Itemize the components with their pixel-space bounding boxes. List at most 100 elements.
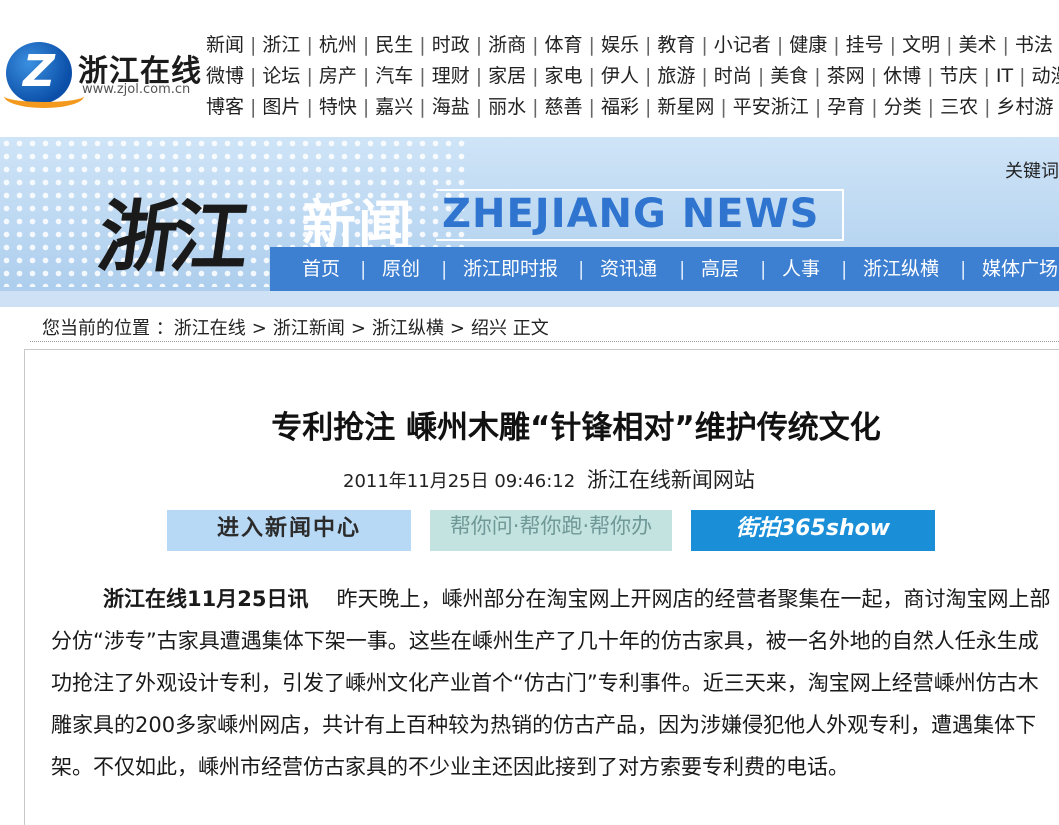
- link-separator: |: [984, 96, 990, 118]
- top-link[interactable]: 美术: [958, 34, 996, 56]
- link-separator: |: [250, 34, 256, 56]
- link-separator: |: [363, 34, 369, 56]
- top-link[interactable]: 杭州: [319, 34, 357, 56]
- top-link[interactable]: 图片: [262, 96, 300, 118]
- banner-foot: [0, 291, 1059, 307]
- nav-item[interactable]: 浙江即时报: [463, 247, 558, 291]
- top-links: 新闻 | 浙江 | 杭州 | 民生 | 时政 | 浙商 | 体育 | 娱乐 | 教育 | 小记者 | 健康 | 挂号 | 文明 |…: [206, 30, 1059, 123]
- link-separator: |: [645, 96, 651, 118]
- link-separator: |: [250, 65, 256, 87]
- top-link[interactable]: 新闻: [206, 34, 244, 56]
- article-body-text: 昨天晚上，嵊州部分在淘宝网上开网店的经营者聚集在一起，商讨淘宝网上部分仿“涉专”…: [51, 587, 1050, 779]
- link-separator: |: [532, 65, 538, 87]
- top-link[interactable]: 博客: [206, 96, 244, 118]
- nav-item[interactable]: 首页: [302, 247, 340, 291]
- breadcrumb-item-zongheng[interactable]: 浙江纵横: [372, 318, 444, 339]
- banner-en-title: ZHEJIANG NEWS: [442, 191, 820, 237]
- link-separator: |: [363, 65, 369, 87]
- link-separator: |: [645, 34, 651, 56]
- keyword-label: 关键词: [1005, 157, 1059, 183]
- nav-separator: |: [360, 247, 366, 291]
- breadcrumb-item-zjol[interactable]: 浙江在线: [174, 318, 246, 339]
- link-separator: |: [476, 96, 482, 118]
- top-link[interactable]: 特快: [319, 96, 357, 118]
- top-link[interactable]: 茶网: [827, 65, 865, 87]
- link-separator: |: [645, 65, 651, 87]
- nav-item[interactable]: 人事: [782, 247, 820, 291]
- top-link[interactable]: 旅游: [657, 65, 695, 87]
- top-link[interactable]: 汽车: [375, 65, 413, 87]
- top-link[interactable]: 慈善: [545, 96, 583, 118]
- top-link[interactable]: 平安浙江: [733, 96, 809, 118]
- help-service-button[interactable]: 帮你问·帮你跑·帮你办: [430, 510, 672, 551]
- breadcrumb-sep: >: [252, 318, 267, 339]
- top-link[interactable]: 分类: [884, 96, 922, 118]
- top-link[interactable]: 文明: [902, 34, 940, 56]
- top-link[interactable]: 美食: [770, 65, 808, 87]
- top-link[interactable]: 节庆: [939, 65, 977, 87]
- breadcrumb-item-news[interactable]: 浙江新闻: [273, 318, 345, 339]
- top-link[interactable]: 福彩: [601, 96, 639, 118]
- link-separator: |: [306, 65, 312, 87]
- link-separator: |: [589, 34, 595, 56]
- top-link[interactable]: 新星网: [657, 96, 714, 118]
- link-separator: |: [871, 65, 877, 87]
- top-link[interactable]: 伊人: [601, 65, 639, 87]
- top-link[interactable]: 时尚: [714, 65, 752, 87]
- top-link[interactable]: 海盐: [432, 96, 470, 118]
- top-link[interactable]: 嘉兴: [375, 96, 413, 118]
- top-link[interactable]: 娱乐: [601, 34, 639, 56]
- link-separator: |: [758, 65, 764, 87]
- article-panel: 专利抢注 嵊州木雕“针锋相对”维护传统文化 2011年11月25日 09:46:…: [24, 349, 1059, 825]
- top-link[interactable]: 丽水: [488, 96, 526, 118]
- top-link[interactable]: 家居: [488, 65, 526, 87]
- link-separator: |: [927, 65, 933, 87]
- link-separator: |: [720, 96, 726, 118]
- top-link[interactable]: 时政: [432, 34, 470, 56]
- nav-item[interactable]: 资讯通: [600, 247, 657, 291]
- link-separator: |: [1003, 34, 1009, 56]
- top-link[interactable]: 浙商: [488, 34, 526, 56]
- link-separator: |: [777, 34, 783, 56]
- top-link[interactable]: 浙江: [262, 34, 300, 56]
- top-link[interactable]: IT: [996, 65, 1013, 87]
- top-links-row-2: 微博|论坛|房产|汽车|理财|家居|家电|伊人|旅游|时尚|美食|茶网|休博|节…: [206, 61, 1059, 92]
- site-logo[interactable]: Z 浙江在线 www.zjol.com.cn: [4, 40, 204, 110]
- breadcrumb-label: 您当前的位置 ：: [42, 318, 174, 339]
- link-separator: |: [833, 34, 839, 56]
- nav-item[interactable]: 浙江纵横: [863, 247, 939, 291]
- top-link[interactable]: 孕育: [827, 96, 865, 118]
- top-link[interactable]: 教育: [657, 34, 695, 56]
- top-link[interactable]: 书法: [1015, 34, 1053, 56]
- top-link[interactable]: 家电: [545, 65, 583, 87]
- top-link[interactable]: 民生: [375, 34, 413, 56]
- main-nav: 首页|原创|浙江即时报|资讯通|高层|人事|浙江纵横|媒体广场: [270, 247, 1059, 291]
- nav-separator: |: [760, 247, 766, 291]
- nav-item[interactable]: 媒体广场: [982, 247, 1058, 291]
- logo-swoosh-icon: [4, 84, 84, 108]
- nav-item[interactable]: 高层: [701, 247, 739, 291]
- street-snap-button[interactable]: 街拍365show: [691, 510, 935, 551]
- link-separator: |: [532, 96, 538, 118]
- news-center-button[interactable]: 进入新闻中心: [167, 510, 411, 551]
- link-separator: |: [701, 65, 707, 87]
- top-link[interactable]: 挂号: [846, 34, 884, 56]
- top-link[interactable]: 乡村游: [996, 96, 1053, 118]
- top-link[interactable]: 三农: [940, 96, 978, 118]
- link-separator: |: [1019, 65, 1025, 87]
- top-link[interactable]: 体育: [545, 34, 583, 56]
- top-link[interactable]: 微博: [206, 65, 244, 87]
- top-link[interactable]: 论坛: [262, 65, 300, 87]
- top-link[interactable]: 理财: [432, 65, 470, 87]
- link-separator: |: [890, 34, 896, 56]
- article-title: 专利抢注 嵊州木雕“针锋相对”维护传统文化: [1, 402, 1059, 447]
- breadcrumb-item-current: 绍兴 正文: [471, 318, 549, 339]
- top-link[interactable]: 休博: [883, 65, 921, 87]
- breadcrumb: 您当前的位置 ：浙江在线>浙江新闻>浙江纵横>绍兴 正文: [42, 314, 549, 340]
- top-link[interactable]: 动漫游: [1032, 65, 1059, 87]
- top-link[interactable]: 小记者: [714, 34, 771, 56]
- nav-item[interactable]: 原创: [382, 247, 420, 291]
- link-separator: |: [250, 96, 256, 118]
- top-link[interactable]: 房产: [319, 65, 357, 87]
- top-link[interactable]: 健康: [789, 34, 827, 56]
